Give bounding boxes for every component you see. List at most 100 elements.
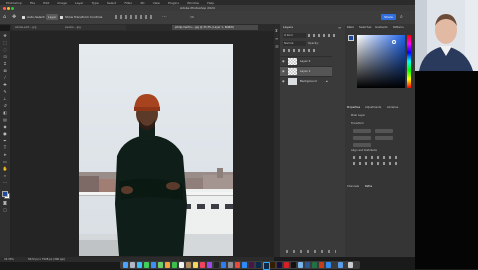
search-icon[interactable]: ⌕ [400,14,403,20]
visibility-eye-icon[interactable]: ◉ [282,59,285,63]
eraser-tool-icon[interactable]: ◧ [2,111,8,115]
layer-row[interactable]: ◉ Layer 2 [280,56,332,66]
quick-mask-icon[interactable]: ◙ [2,201,8,205]
visibility-eye-icon[interactable]: ◉ [282,79,285,83]
mail-icon[interactable] [151,262,156,268]
word-icon[interactable] [305,262,310,268]
powerpoint-icon[interactable] [319,262,324,268]
layer-filter-icons[interactable] [308,34,336,37]
finder-icon[interactable] [123,262,128,268]
visibility-eye-icon[interactable]: ◉ [282,69,285,73]
facetime-icon[interactable] [172,262,177,268]
blend-mode-dropdown[interactable]: Normal [283,41,306,46]
app-store-icon[interactable] [221,262,226,268]
properties-panel-icon[interactable]: ≡ [275,36,278,41]
launchpad-icon[interactable] [130,262,135,268]
settings-icon[interactable] [228,262,233,268]
layer-actions-icons[interactable] [286,250,336,253]
path-select-tool-icon[interactable]: ➤ [2,153,8,157]
more-tools-icon[interactable]: ··· [2,181,8,185]
photos-icon[interactable] [165,262,170,268]
slack-icon[interactable] [249,262,254,268]
screen-mode-icon[interactable]: ▢ [2,208,8,212]
x-field[interactable] [353,136,371,140]
notes-icon[interactable] [193,262,198,268]
color-picker-field[interactable] [357,35,405,88]
transform-section-label[interactable]: Transform [351,121,364,126]
eyedropper-tool-icon[interactable]: ⁄ [2,76,8,80]
excel-icon[interactable] [312,262,317,268]
history-brush-tool-icon[interactable]: ↺ [2,104,8,108]
music-icon[interactable] [200,262,205,268]
tab-libraries[interactable]: Libraries [387,105,398,110]
tab-paths[interactable]: Paths [365,184,372,189]
tab-document-1[interactable]: adobe-edit-...jpg [12,25,64,30]
tab-gradients[interactable]: Gradients [375,25,388,30]
tab-swatches[interactable]: Swatches [359,25,371,30]
frame-tool-icon[interactable]: ⊠ [2,69,8,73]
chrome-icon[interactable] [235,262,240,268]
more-options-icon[interactable]: ··· [162,14,167,20]
clone-stamp-tool-icon[interactable]: ⊥ [2,97,8,101]
history-panel-icon[interactable]: ⧗ [275,28,278,33]
marquee-tool-icon[interactable]: ⬚ [2,41,8,45]
lasso-tool-icon[interactable]: ◌ [2,48,8,52]
zoom-level[interactable]: 33.33% [4,257,14,262]
preview-icon[interactable] [298,262,303,268]
hand-tool-icon[interactable]: ✋ [2,167,8,171]
tab-adjustments[interactable]: Adjustments [365,105,381,110]
y-field[interactable] [375,136,393,140]
move-tool-icon[interactable]: ✥ [2,34,8,38]
foreground-color-swatch[interactable] [2,191,8,197]
contacts-icon[interactable] [186,262,191,268]
window-zoom-button[interactable] [11,6,14,10]
crop-tool-icon[interactable]: ⌗ [2,62,8,66]
brush-tool-icon[interactable]: ✎ [2,90,8,94]
shape-tool-icon[interactable]: ▭ [2,160,8,164]
align-section-label[interactable]: Align and Distribute [351,148,377,153]
distribute-buttons[interactable] [353,162,401,165]
lock-icon[interactable]: 🔒︎ [326,79,328,83]
align-icons[interactable] [115,15,155,19]
auto-select-checkbox[interactable] [22,16,25,19]
home-icon[interactable]: ⌂ [3,14,6,20]
layer-row[interactable]: ◉ Background 🔒︎ [280,76,332,86]
document-info[interactable]: 5072 px x 7528 px (300 ppi) [28,257,65,262]
tv-icon[interactable] [214,262,219,268]
blur-tool-icon[interactable]: ◆ [2,125,8,129]
terminal-icon[interactable] [291,262,296,268]
comments-panel-icon[interactable]: ☰ [275,44,279,49]
calendar-icon[interactable] [179,262,184,268]
maps-icon[interactable] [158,262,163,268]
keynote-icon[interactable] [326,262,331,268]
layer-row[interactable]: ◉ Layer 1 [280,66,332,76]
height-field[interactable] [375,129,393,133]
foreground-swatch[interactable] [348,35,354,41]
trash-icon[interactable] [348,262,353,268]
auto-select-dropdown[interactable]: Layer [46,14,59,20]
tab-color[interactable]: Color [347,25,354,30]
illustrator-icon[interactable] [270,262,275,268]
hue-slider[interactable] [407,35,411,88]
downloads-icon[interactable] [338,262,343,268]
type-tool-icon[interactable]: T [2,146,8,150]
podcasts-icon[interactable] [207,262,212,268]
tab-patterns[interactable]: Patterns [393,25,404,30]
safari-icon[interactable] [137,262,142,268]
tab-channels[interactable]: Channels [347,184,359,189]
color-picker-cursor[interactable] [392,40,396,44]
zoom-tool-icon[interactable]: ⌕ [2,174,8,178]
lightroom-icon[interactable] [256,262,261,268]
move-tool-icon[interactable]: ✥ [12,14,16,20]
document-photo[interactable] [79,44,233,256]
tab-document-active[interactable]: philip-martin-...jpg @ 33.3% (Layer 1, R… [172,25,258,30]
lock-icons[interactable] [283,49,317,52]
tab-properties[interactable]: Properties [347,105,360,110]
align-buttons[interactable] [353,156,401,159]
width-field[interactable] [353,129,371,133]
premiere-icon[interactable] [277,262,282,268]
zoom-app-icon[interactable] [242,262,247,268]
window-close-button[interactable] [3,6,6,10]
layers-panel-menu-icon[interactable]: ≡ [338,25,341,30]
object-select-tool-icon[interactable]: ⊡ [2,55,8,59]
